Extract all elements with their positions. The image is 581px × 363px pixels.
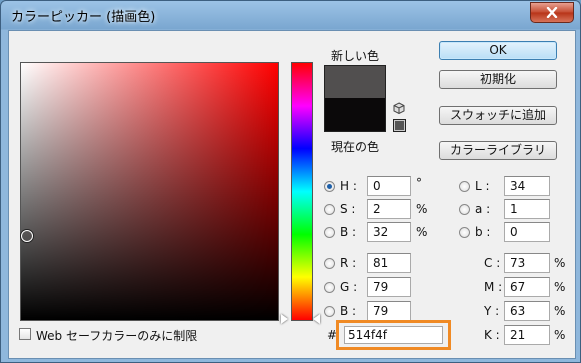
red-input[interactable]: 81: [367, 253, 411, 273]
current-color-swatch[interactable]: [324, 98, 386, 132]
title-bar[interactable]: カラーピッカー (描画色): [1, 1, 580, 29]
cyan-label: C :: [484, 256, 501, 270]
saturation-label: S :: [340, 202, 356, 216]
saturation-unit: %: [416, 202, 428, 216]
yellow-input[interactable]: 63: [504, 301, 550, 321]
black-unit: %: [554, 328, 566, 342]
black-label: K :: [484, 328, 500, 342]
blue-input[interactable]: 79: [367, 301, 411, 321]
lab-l-input[interactable]: 34: [504, 176, 550, 196]
new-color-swatch: [324, 65, 386, 98]
cyan-unit: %: [554, 256, 566, 270]
green-input[interactable]: 79: [367, 277, 411, 297]
red-label: R :: [340, 256, 357, 270]
brightness-label: B :: [340, 225, 357, 239]
hue-input[interactable]: 0: [367, 176, 411, 196]
brightness-unit: %: [416, 225, 428, 239]
green-radio[interactable]: [324, 282, 335, 293]
blue-label: B :: [340, 304, 357, 318]
lab-l-radio[interactable]: [459, 181, 470, 192]
saturation-input[interactable]: 2: [367, 199, 411, 219]
color-library-button[interactable]: カラーライブラリ: [439, 141, 557, 160]
brightness-radio[interactable]: [324, 227, 335, 238]
current-color-label: 現在の色: [331, 140, 380, 154]
window-title: カラーピッカー (描画色): [11, 10, 156, 25]
hue-radio[interactable]: [324, 181, 335, 192]
red-radio[interactable]: [324, 258, 335, 269]
lab-a-label: a :: [475, 202, 491, 216]
yellow-unit: %: [554, 304, 566, 318]
hue-slider[interactable]: [291, 62, 313, 321]
color-field[interactable]: [20, 62, 279, 321]
green-label: G :: [340, 280, 358, 294]
reset-button[interactable]: 初期化: [439, 70, 557, 89]
websafe-checkbox[interactable]: [19, 328, 31, 340]
hue-unit: °: [416, 176, 422, 190]
lab-b-radio[interactable]: [459, 227, 470, 238]
magenta-input[interactable]: 67: [504, 277, 550, 297]
magenta-unit: %: [554, 280, 566, 294]
hex-input[interactable]: 514f4f: [344, 326, 443, 344]
lab-b-input[interactable]: 0: [504, 222, 550, 242]
add-to-swatches-button[interactable]: スウォッチに追加: [439, 106, 557, 125]
magenta-label: M :: [484, 280, 503, 294]
close-icon: [546, 7, 558, 18]
lab-b-label: b :: [475, 225, 491, 239]
brightness-input[interactable]: 32: [367, 222, 411, 242]
hue-slider-handle-left[interactable]: [281, 314, 288, 324]
lab-l-label: L :: [475, 179, 490, 193]
saturation-radio[interactable]: [324, 204, 335, 215]
cyan-input[interactable]: 73: [504, 253, 550, 273]
black-input[interactable]: 21: [504, 325, 550, 345]
hex-highlight: 514f4f: [336, 320, 451, 350]
websafe-label: Web セーフカラーのみに制限: [36, 329, 198, 343]
color-picker-window: カラーピッカー (描画色) 新しい色 現在の色 OK 初期化 スウォッチに追加 …: [0, 0, 581, 363]
dialog-body: 新しい色 現在の色 OK 初期化 スウォッチに追加 カラーライブラリ H : 0…: [8, 30, 576, 359]
lab-a-radio[interactable]: [459, 204, 470, 215]
new-color-label: 新しい色: [331, 49, 380, 63]
close-button[interactable]: [530, 2, 574, 23]
blue-radio[interactable]: [324, 306, 335, 317]
hue-slider-handle-right[interactable]: [313, 314, 320, 324]
yellow-label: Y :: [484, 304, 500, 318]
websafe-warning-icon[interactable]: [393, 119, 406, 132]
lab-a-input[interactable]: 1: [504, 199, 550, 219]
ok-button[interactable]: OK: [439, 41, 557, 60]
color-field-marker[interactable]: [21, 230, 33, 242]
gamut-cube-icon[interactable]: [393, 102, 405, 114]
hue-label: H :: [340, 179, 357, 193]
